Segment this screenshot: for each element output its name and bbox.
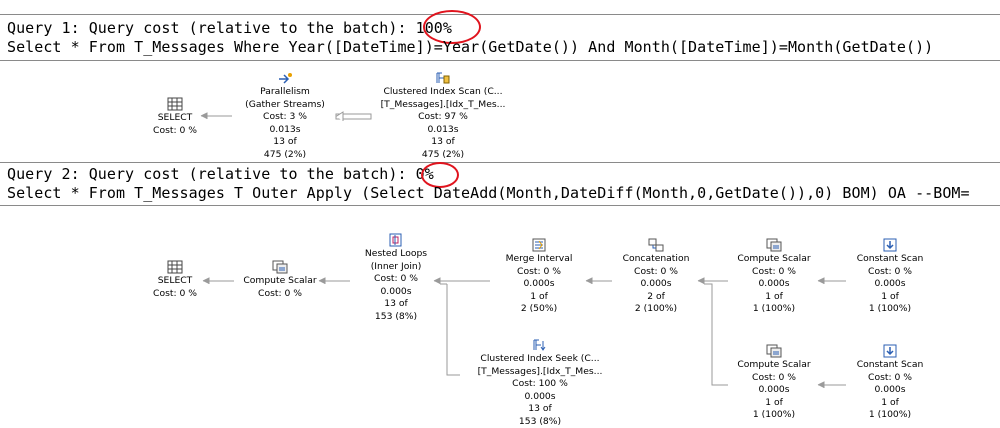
node-cost: Cost: 3 % — [263, 111, 307, 122]
node-subtitle: (Inner Join) — [370, 260, 422, 272]
q1-clustered-index-scan-node[interactable]: Clustered Index Scan (C... [T_Messages].… — [358, 71, 528, 161]
node-title: SELECT — [157, 275, 193, 286]
node-estimate: 2 (100%) — [634, 303, 678, 314]
node-title: Merge Interval — [505, 253, 573, 264]
node-object: [T_Messages].[Idx_T_Mes... — [380, 98, 506, 110]
node-cost: Cost: 0 % — [634, 265, 678, 277]
node-cost: Cost: 0 % — [517, 265, 561, 277]
node-rows: 1 of — [530, 290, 548, 302]
merge-interval-icon — [532, 238, 546, 252]
q1-parallelism-node[interactable]: Parallelism (Gather Streams) Cost: 3 % 0… — [200, 71, 370, 161]
node-cost: Cost: 0 % — [258, 287, 302, 299]
query2-header: Query 2: Query cost (relative to the bat… — [7, 165, 434, 183]
node-estimate: 475 (2%) — [421, 148, 465, 160]
node-estimate: 153 (8%) — [374, 310, 418, 322]
clustered-index-seek-icon — [533, 339, 546, 351]
node-cost: Cost: 0 % — [868, 371, 912, 383]
node-title: Constant Scan — [856, 253, 924, 264]
node-title: SELECT — [157, 112, 193, 123]
node-time: 0.000s — [758, 278, 790, 289]
node-rows: 13 of — [528, 403, 552, 414]
node-cost: Cost: 0 % — [868, 265, 912, 277]
node-time: 0.000s — [874, 384, 906, 395]
node-cost: Cost: 0 % — [752, 265, 796, 277]
node-rows: 13 of — [431, 136, 455, 147]
node-time: 0.000s — [640, 278, 672, 289]
node-estimate: 1 (100%) — [752, 409, 796, 420]
node-rows: 1 of — [765, 396, 783, 408]
constant-scan-icon — [883, 344, 897, 358]
node-object: [T_Messages].[Idx_T_Mes... — [477, 365, 603, 377]
node-title: Nested Loops — [364, 248, 428, 259]
separator-q2-plan — [0, 205, 1000, 206]
separator-q2 — [0, 162, 1000, 163]
q2-constant-scan-bottom-node[interactable]: Constant Scan Cost: 0 % 0.000s 1 of 1 (1… — [805, 344, 975, 422]
node-estimate: 1 (100%) — [868, 409, 912, 420]
node-cost: Cost: 0 % — [752, 371, 796, 383]
concatenation-icon — [648, 238, 664, 252]
node-estimate: 1 (100%) — [868, 303, 912, 314]
node-title: Constant Scan — [856, 359, 924, 370]
node-rows: 13 of — [273, 136, 297, 147]
constant-scan-icon — [883, 238, 897, 252]
node-time: 0.000s — [523, 278, 555, 289]
node-cost: Cost: 0 % — [153, 287, 197, 299]
select-icon — [167, 260, 183, 274]
node-estimate: 2 (50%) — [520, 303, 558, 314]
node-title: Compute Scalar — [737, 253, 811, 264]
compute-scalar-icon — [766, 238, 782, 252]
node-title: Parallelism — [260, 86, 310, 97]
node-title: Concatenation — [622, 253, 690, 264]
compute-scalar-icon — [272, 260, 288, 274]
node-time: 0.013s — [427, 123, 459, 135]
node-rows: 13 of — [384, 298, 408, 309]
parallelism-icon — [279, 73, 292, 84]
node-estimate: 1 (100%) — [752, 303, 796, 314]
node-time: 0.000s — [524, 390, 556, 402]
node-time: 0.013s — [269, 123, 301, 135]
node-estimate: 475 (2%) — [263, 148, 307, 160]
node-cost: Cost: 0 % — [153, 124, 197, 136]
node-estimate: 153 (8%) — [518, 415, 562, 427]
compute-scalar-icon — [766, 344, 782, 358]
node-cost: Cost: 0 % — [374, 273, 418, 284]
query2-sql[interactable]: Select * From T_Messages T Outer Apply (… — [7, 184, 970, 202]
node-cost: Cost: 100 % — [512, 378, 568, 389]
q2-constant-scan-top-node[interactable]: Constant Scan Cost: 0 % 0.000s 1 of 1 (1… — [805, 238, 975, 316]
node-rows: 1 of — [765, 290, 783, 302]
node-rows: 2 of — [647, 290, 665, 302]
node-title: Compute Scalar — [243, 275, 317, 286]
node-rows: 1 of — [881, 290, 899, 302]
node-time: 0.000s — [758, 384, 790, 395]
node-title: Clustered Index Seek (C... — [480, 353, 600, 364]
node-rows: 1 of — [881, 396, 899, 408]
node-time: 0.000s — [380, 285, 412, 297]
node-subtitle: (Gather Streams) — [245, 98, 325, 110]
node-title: Compute Scalar — [737, 359, 811, 370]
nested-loops-icon — [389, 233, 402, 247]
clustered-index-scan-icon — [436, 72, 450, 84]
node-cost: Cost: 97 % — [418, 111, 468, 122]
select-icon — [167, 97, 183, 111]
node-time: 0.000s — [874, 278, 906, 289]
q2-clustered-index-seek-node[interactable]: Clustered Index Seek (C... [T_Messages].… — [455, 338, 625, 428]
node-title: Clustered Index Scan (C... — [383, 86, 503, 97]
